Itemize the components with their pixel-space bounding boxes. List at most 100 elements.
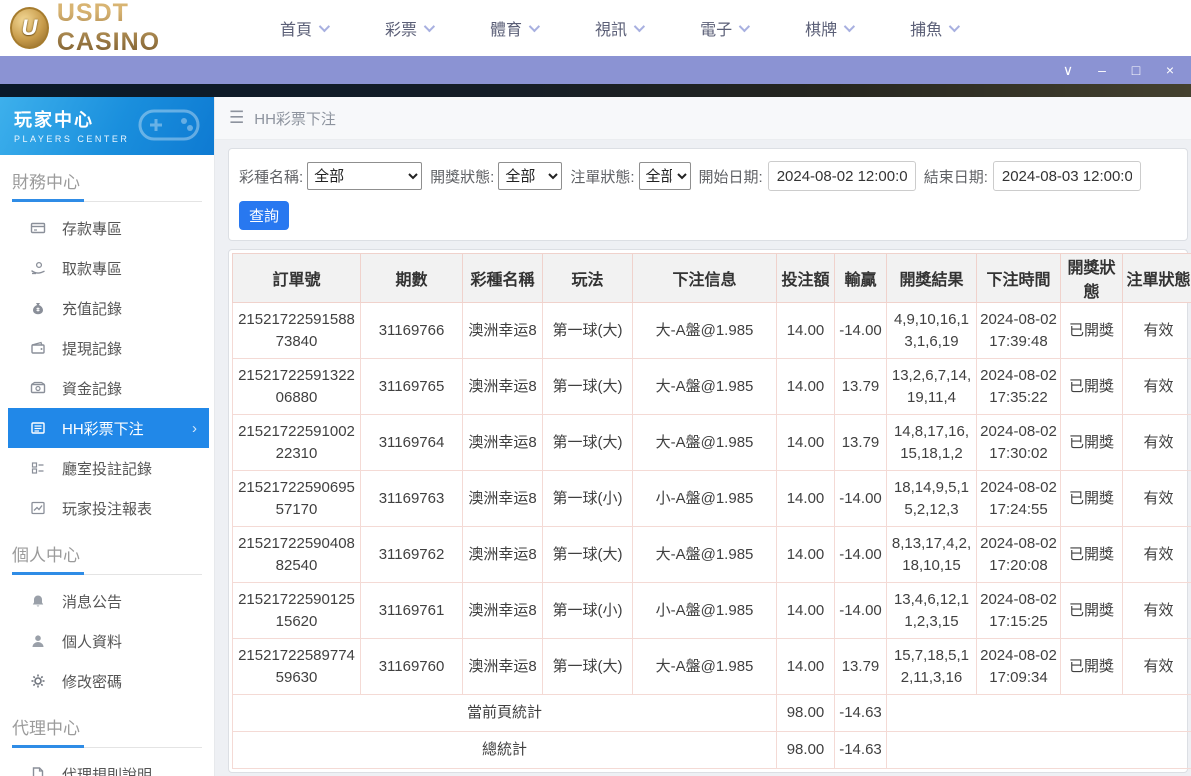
main-navigation: 首頁 彩票 體育 視訊 電子 棋牌 捕魚 [280, 16, 961, 40]
sidebar-item-recharge-record[interactable]: 充值記錄 [0, 288, 214, 328]
sidebar-item-room-bet-record[interactable]: 廳室投註記錄 [0, 448, 214, 488]
nav-item-sports[interactable]: 體育 [490, 16, 541, 40]
sidebar-item-hh-lottery-bets[interactable]: HH彩票下注 › [8, 408, 209, 448]
nav-item-fishing[interactable]: 捕魚 [910, 16, 961, 40]
chevron-down-icon [423, 20, 436, 33]
table-cell: 14.00 [776, 302, 835, 359]
sidebar-item-deposit[interactable]: 存款專區 [0, 208, 214, 248]
chevron-down-icon [948, 20, 961, 33]
nav-label: 電子 [700, 22, 733, 39]
brand-logo[interactable]: U USDT CASINO [10, 0, 225, 57]
sidebar-item-announcements[interactable]: 消息公告 [0, 581, 214, 621]
table-cell: 有效 [1122, 638, 1191, 695]
table-cell: 澳洲幸运8 [462, 302, 543, 359]
chevron-down-icon [318, 20, 331, 33]
empty-cell [886, 694, 1191, 732]
section-divider [12, 572, 202, 575]
table-cell: 有效 [1122, 302, 1191, 359]
logo-letter: U [21, 15, 38, 40]
table-cell: 大-A盤@1.985 [632, 302, 777, 359]
start-date-input[interactable] [767, 161, 916, 191]
sidebar: 玩家中心 PLAYERS CENTER 財務中心 存款專區 取款專區 充值記錄 … [0, 97, 215, 776]
coin-logo-icon: U [10, 7, 49, 49]
table-row: 2152172259132206880 31169765 澳洲幸运8 第一球(大) 大-… [232, 358, 1191, 415]
table-cell: 31169761 [360, 582, 463, 639]
table-cell: 有效 [1122, 414, 1191, 471]
sidebar-item-label: 個人資料 [62, 633, 123, 651]
draw-status-label: 開獎狀態: [430, 168, 495, 186]
column-header: 投注額 [776, 253, 835, 303]
nav-label: 彩票 [385, 22, 418, 39]
sidebar-item-label: 取款專區 [62, 260, 123, 278]
table-row: 2152172258977459630 31169760 澳洲幸运8 第一球(大) 大-… [232, 638, 1191, 695]
column-header: 期數 [360, 253, 463, 303]
sidebar-item-profile[interactable]: 個人資料 [0, 621, 214, 661]
table-cell: 31169762 [360, 526, 463, 583]
nav-item-live[interactable]: 視訊 [595, 16, 646, 40]
table-row: 2152172259158873840 31169766 澳洲幸运8 第一球(大) 大-… [232, 302, 1191, 359]
sidebar-item-label: 提現記錄 [62, 340, 123, 358]
sidebar-item-change-password[interactable]: 修改密碼 [0, 661, 214, 701]
bets-table-panel: 訂單號 期數 彩種名稱 玩法 下注信息 投注額 輸贏 開獎結果 下注時間 開獎狀態 注單狀態 215… [228, 249, 1191, 773]
table-cell: 已開獎 [1060, 526, 1123, 583]
table-cell: 有效 [1122, 582, 1191, 639]
table-cell: 澳洲幸运8 [462, 582, 543, 639]
chevron-down-icon [528, 20, 541, 33]
draw-status-select[interactable]: 全部 [498, 162, 563, 190]
window-minimize-icon[interactable]: – [1095, 63, 1109, 77]
column-header: 下注信息 [632, 253, 777, 303]
table-cell: 31169764 [360, 414, 463, 471]
sidebar-item-funds-record[interactable]: 資金記錄 [0, 368, 214, 408]
sidebar-item-label: 廳室投註記錄 [62, 460, 153, 478]
table-cell: 31169763 [360, 470, 463, 527]
table-cell: 14.00 [776, 470, 835, 527]
table-cell: 已開獎 [1060, 414, 1123, 471]
table-cell: 澳洲幸运8 [462, 638, 543, 695]
table-cell: 2152172259012515620 [232, 582, 361, 639]
gamepad-icon [138, 109, 200, 141]
hamburger-menu-icon[interactable]: ☰ [229, 108, 244, 128]
sidebar-item-withdraw-record[interactable]: 提現記錄 [0, 328, 214, 368]
table-cell: 31169765 [360, 358, 463, 415]
sidebar-item-agent-rules[interactable]: 代理規則說明 [0, 754, 214, 776]
main-content: ☰ HH彩票下注 彩種名稱: 全部 開獎狀態: 全部 注單狀態: 全部 開始日期… [215, 97, 1191, 776]
nav-label: 捕魚 [910, 22, 943, 39]
nav-item-boardgames[interactable]: 棋牌 [805, 16, 856, 40]
table-cell: 小-A盤@1.985 [632, 582, 777, 639]
section-title: 個人中心 [12, 546, 80, 565]
table-cell: 大-A盤@1.985 [632, 414, 777, 471]
nav-item-home[interactable]: 首頁 [280, 16, 331, 40]
table-cell: 14.00 [776, 582, 835, 639]
query-button[interactable]: 查詢 [239, 201, 289, 230]
table-cell: 有效 [1122, 526, 1191, 583]
table-cell: 2024-08-02 17:09:34 [976, 638, 1061, 695]
table-cell: 第一球(大) [542, 638, 633, 695]
clipboard-list-icon [31, 462, 44, 474]
order-status-select[interactable]: 全部 [638, 162, 691, 190]
sidebar-section-personal: 個人中心 消息公告 個人資料 修改密碼 [0, 541, 214, 701]
end-date-input[interactable] [992, 161, 1141, 191]
table-cell: 18,14,9,5,15,2,12,3 [886, 470, 977, 527]
table-cell: 已開獎 [1060, 302, 1123, 359]
column-header: 下注時間 [976, 253, 1061, 303]
page-title: HH彩票下注 [254, 110, 336, 128]
table-cell: 已開獎 [1060, 358, 1123, 415]
table-cell: 2024-08-02 17:15:25 [976, 582, 1061, 639]
table-cell: 14.00 [776, 414, 835, 471]
bets-table: 訂單號 期數 彩種名稱 玩法 下注信息 投注額 輸贏 開獎結果 下注時間 開獎狀態 注單狀態 215… [232, 253, 1191, 769]
section-divider [12, 745, 202, 748]
sidebar-item-withdraw[interactable]: 取款專區 [0, 248, 214, 288]
window-maximize-icon[interactable]: □ [1129, 63, 1143, 77]
nav-item-slots[interactable]: 電子 [700, 16, 751, 40]
sidebar-item-player-bet-report[interactable]: 玩家投注報表 [0, 488, 214, 528]
table-row: 2152172259100222310 31169764 澳洲幸运8 第一球(大) 大-… [232, 414, 1191, 471]
window-close-icon[interactable]: × [1163, 63, 1177, 77]
lottery-name-select[interactable]: 全部 [307, 162, 423, 190]
table-cell: 13.79 [834, 358, 887, 415]
column-header: 注單狀態 [1122, 253, 1191, 303]
withdraw-hand-icon [31, 261, 45, 275]
nav-item-lottery[interactable]: 彩票 [385, 16, 436, 40]
table-cell: 第一球(小) [542, 582, 633, 639]
window-collapse-icon[interactable]: ∨ [1061, 63, 1075, 77]
column-header: 訂單號 [232, 253, 361, 303]
